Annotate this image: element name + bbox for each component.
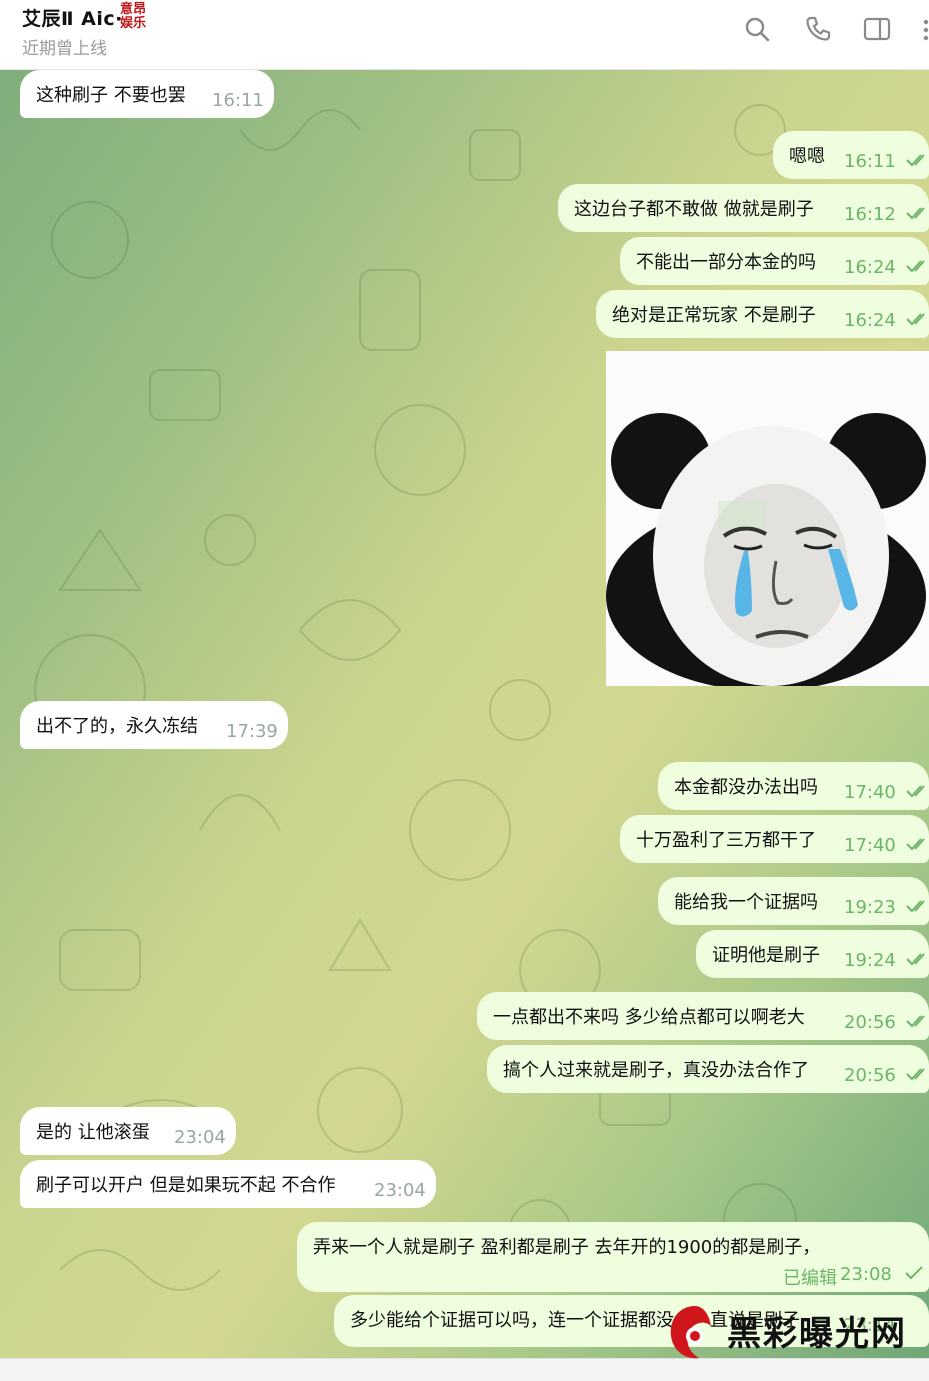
- message-text: 绝对是正常玩家 不是刷子: [612, 305, 816, 326]
- message-text: 弄来一个人就是刷子 盈利都是刷子 去年开的1900的都是刷子，: [313, 1237, 821, 1258]
- message-time: 20:56: [844, 1065, 896, 1086]
- message-bubble[interactable]: 弄来一个人就是刷子 盈利都是刷子 去年开的1900的都是刷子， 已编辑 23:0…: [297, 1222, 929, 1292]
- message-bubble[interactable]: 绝对是正常玩家 不是刷子 16:24: [596, 290, 929, 338]
- double-check-icon: [906, 207, 925, 220]
- chat-status: 近期曾上线: [22, 39, 107, 59]
- message-bubble[interactable]: 不能出一部分本金的吗 16:24: [620, 237, 929, 285]
- message-time: 16:24: [844, 257, 896, 278]
- search-icon[interactable]: [742, 14, 772, 44]
- double-check-icon: [906, 1068, 925, 1081]
- message-time: 17:40: [844, 782, 896, 803]
- message-text: 本金都没办法出吗: [674, 777, 818, 798]
- double-check-icon: [906, 900, 925, 913]
- message-text: 这种刷子 不要也罢: [36, 85, 186, 106]
- message-time: 17:39: [226, 721, 278, 742]
- message-text: 证明他是刷子: [712, 945, 820, 966]
- message-bubble[interactable]: 能给我一个证据吗 19:23: [658, 877, 929, 925]
- svg-text:娱乐: 娱乐: [120, 15, 146, 30]
- double-check-icon: [906, 313, 925, 326]
- sidebar-toggle-icon[interactable]: [862, 14, 892, 44]
- check-icon: [905, 1266, 923, 1280]
- message-time: 19:23: [844, 897, 896, 918]
- message-text: 十万盈利了三万都干了: [636, 830, 816, 851]
- message-bubble[interactable]: 是的 让他滚蛋 23:04: [20, 1107, 236, 1155]
- message-bubble[interactable]: 证明他是刷子 19:24: [696, 930, 929, 978]
- double-check-icon: [906, 154, 925, 167]
- double-check-icon: [906, 953, 925, 966]
- watermark-text: 黑彩曝光网: [727, 1314, 907, 1354]
- message-bubble[interactable]: 出不了的，永久冻结 17:39: [20, 701, 288, 749]
- chat-title[interactable]: 艾辰Ⅱ Aic·: [22, 4, 123, 31]
- message-time: 23:04: [374, 1180, 426, 1201]
- message-bubble[interactable]: 本金都没办法出吗 17:40: [658, 762, 929, 810]
- message-text: 能给我一个证据吗: [674, 892, 818, 913]
- message-bubble[interactable]: 十万盈利了三万都干了 17:40: [620, 815, 929, 863]
- double-check-icon: [906, 838, 925, 851]
- message-text: 嗯嗯: [789, 146, 825, 167]
- message-time: 23:04: [174, 1127, 226, 1148]
- message-time: 16:11: [212, 90, 264, 111]
- message-bubble[interactable]: 这种刷子 不要也罢 16:11: [20, 70, 274, 118]
- message-bubble[interactable]: 一点都出不来吗 多少给点都可以啊老大 20:56: [477, 992, 929, 1040]
- message-text: 这边台子都不敢做 做就是刷子: [574, 199, 814, 220]
- double-check-icon: [906, 1015, 925, 1028]
- message-time: 16:24: [844, 310, 896, 331]
- phone-icon[interactable]: [803, 14, 833, 44]
- double-check-icon: [906, 260, 925, 273]
- message-text: 不能出一部分本金的吗: [636, 252, 816, 273]
- message-time: 20:56: [844, 1012, 896, 1033]
- double-check-icon: [906, 785, 925, 798]
- message-text: 搞个人过来就是刷子，真没办法合作了: [503, 1060, 809, 1081]
- message-time: 16:11: [844, 151, 896, 172]
- chat-header: 艾辰Ⅱ Aic· 意昂 娱乐 近期曾上线: [0, 0, 929, 70]
- message-time: 17:40: [844, 835, 896, 856]
- message-text: 是的 让他滚蛋: [36, 1122, 150, 1143]
- message-time: 19:24: [844, 950, 896, 971]
- message-text: 刷子可以开户 但是如果玩不起 不合作: [36, 1175, 336, 1196]
- site-watermark: 黑彩曝光网: [665, 1302, 925, 1362]
- more-icon[interactable]: [918, 14, 929, 44]
- message-bubble[interactable]: 这边台子都不敢做 做就是刷子 16:12: [558, 184, 929, 232]
- svg-text:意昂: 意昂: [120, 1, 146, 17]
- crying-panda-sticker[interactable]: [606, 351, 929, 691]
- brand-logo: 意昂 娱乐: [117, 0, 149, 31]
- message-text: 出不了的，永久冻结: [36, 716, 198, 737]
- message-bubble[interactable]: 嗯嗯 16:11: [773, 131, 929, 179]
- message-text: 一点都出不来吗 多少给点都可以啊老大: [493, 1007, 805, 1028]
- message-time: 23:08: [840, 1264, 892, 1285]
- watermark-logo: [670, 1306, 711, 1359]
- message-edited-label: 已编辑: [783, 1268, 837, 1289]
- message-bubble[interactable]: 搞个人过来就是刷子，真没办法合作了 20:56: [487, 1045, 929, 1093]
- message-time: 16:12: [844, 204, 896, 225]
- message-bubble[interactable]: 刷子可以开户 但是如果玩不起 不合作 23:04: [20, 1160, 436, 1208]
- message-list[interactable]: 这种刷子 不要也罢 16:11 嗯嗯 16:11 这边台子都不敢做 做就是刷子 …: [0, 70, 929, 1358]
